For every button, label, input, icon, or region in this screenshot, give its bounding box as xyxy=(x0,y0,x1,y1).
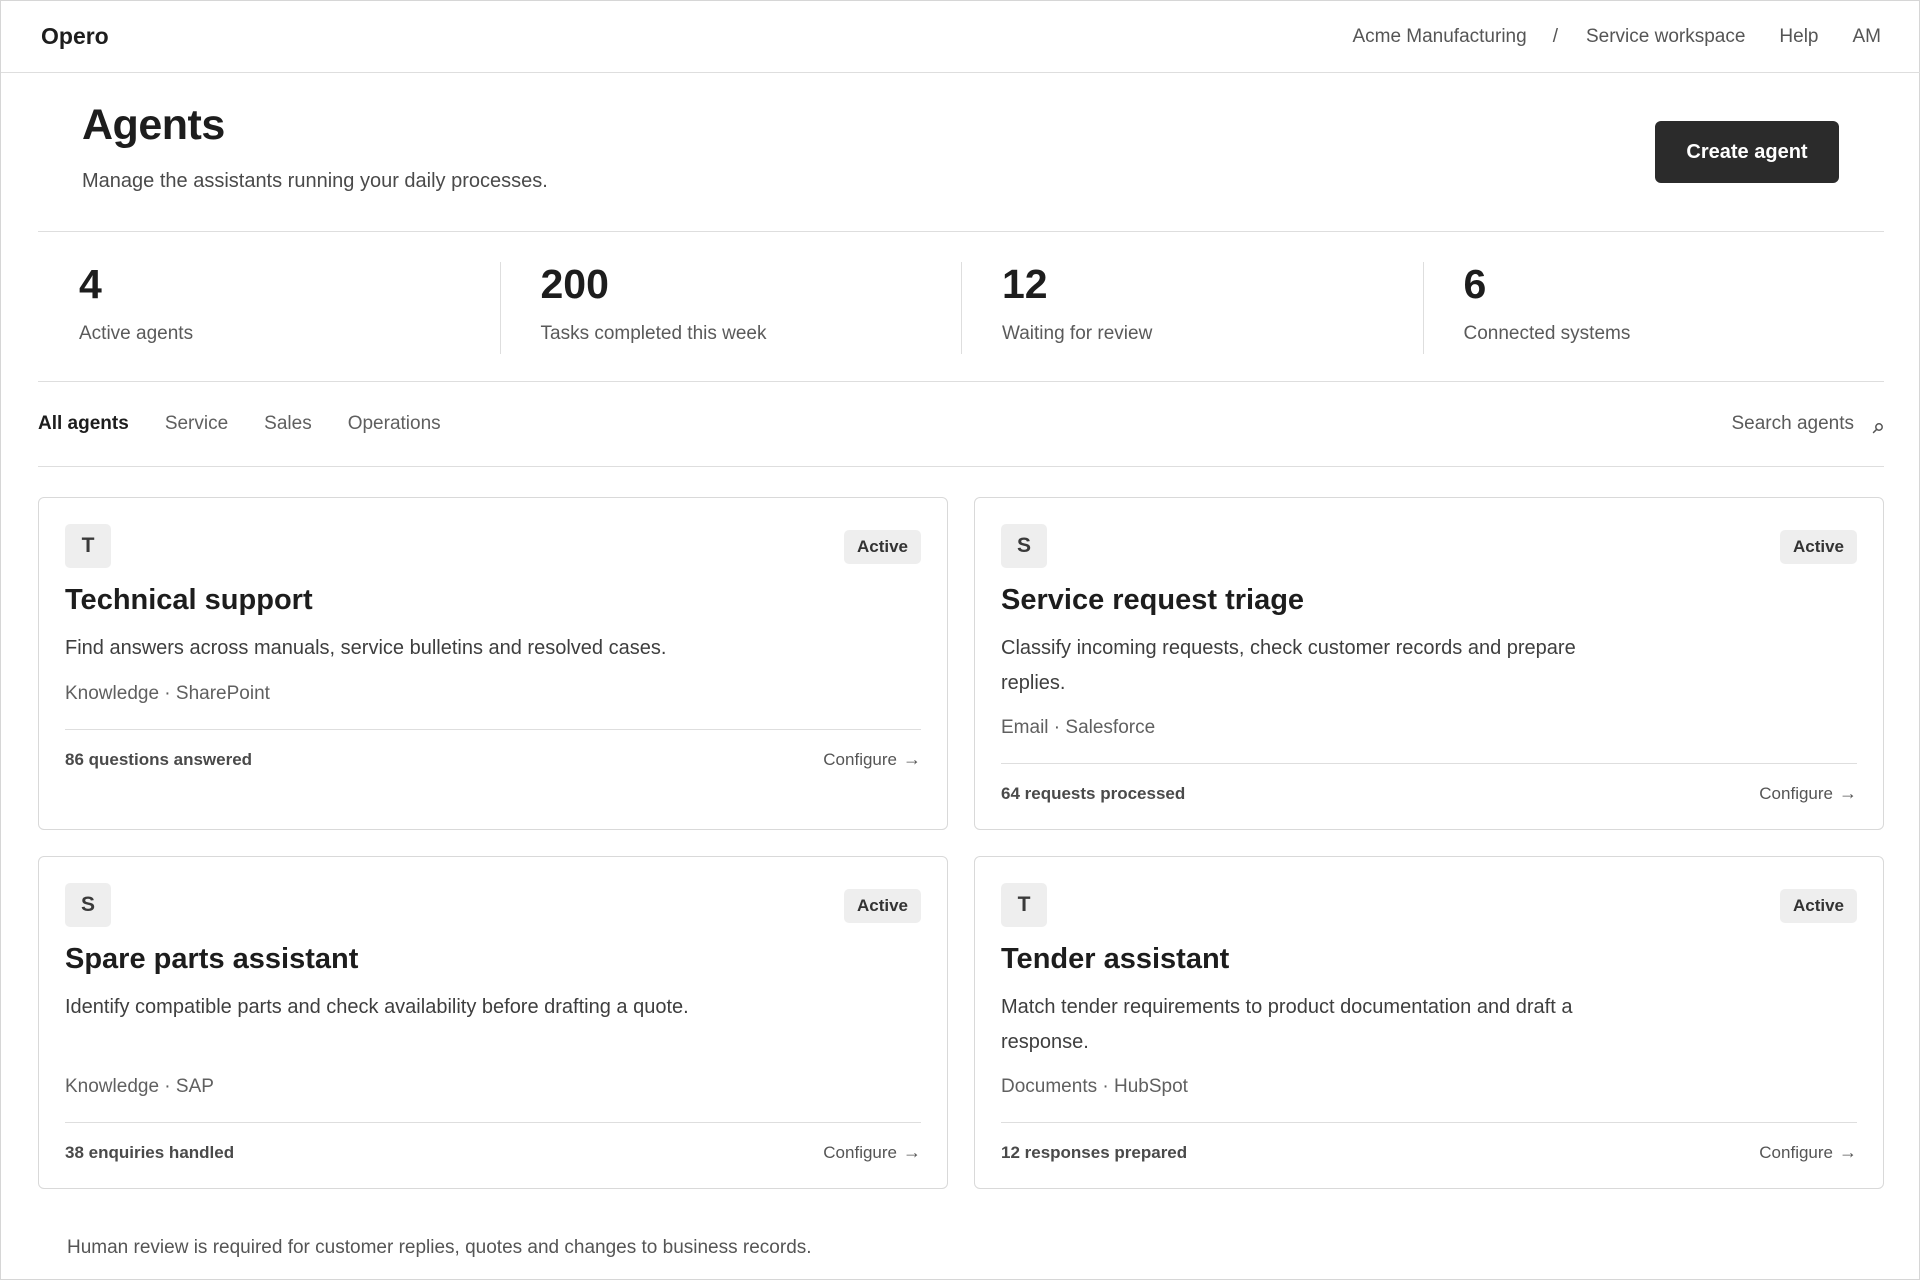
stat-label: Tasks completed this week xyxy=(540,323,767,345)
stats-bar: 4 Active agents 200 Tasks completed this… xyxy=(38,231,1884,382)
search-box xyxy=(1724,413,1884,435)
stat-value: 200 xyxy=(540,261,609,307)
agent-metric: 86 questions answered xyxy=(65,749,253,769)
tab-operations[interactable]: Operations xyxy=(348,413,441,435)
tab-sales[interactable]: Sales xyxy=(264,413,312,435)
agent-name[interactable]: Service request triage xyxy=(1001,584,1304,617)
search-icon[interactable] xyxy=(1872,418,1884,434)
arrow-right-icon: → xyxy=(903,1142,921,1162)
stat-value: 6 xyxy=(1463,261,1487,307)
card-divider xyxy=(1001,763,1857,764)
filter-bar: All agents Service Sales Operations xyxy=(38,382,1884,467)
card-divider xyxy=(65,1122,921,1123)
breadcrumb-separator: / xyxy=(1552,25,1558,47)
stat-connected-systems: 6 Connected systems xyxy=(1422,232,1885,381)
configure-link[interactable]: Configure → xyxy=(823,1142,921,1163)
card-footer: 86 questions answered Configure → xyxy=(65,749,921,770)
arrow-right-icon: → xyxy=(1839,783,1857,803)
status-badge: Active xyxy=(1779,530,1857,564)
status-badge: Active xyxy=(843,889,921,923)
agent-integrations: Documents · HubSpot xyxy=(1001,1076,1188,1097)
agent-description: Identify compatible parts and check avai… xyxy=(65,996,689,1018)
arrow-right-icon: → xyxy=(1839,1142,1857,1162)
configure-label: Configure xyxy=(1759,783,1833,803)
agent-avatar: S xyxy=(1001,524,1047,568)
status-badge: Active xyxy=(1779,889,1857,923)
agent-avatar: T xyxy=(1001,883,1047,927)
stat-value: 12 xyxy=(1002,261,1048,307)
card-divider xyxy=(1001,1122,1857,1123)
agent-card-technical-support[interactable]: T Active Technical support Find answers … xyxy=(38,497,948,830)
top-bar: Opero Acme Manufacturing / Service works… xyxy=(1,1,1920,73)
stat-active-agents: 4 Active agents xyxy=(38,232,500,381)
stat-value: 4 xyxy=(79,261,102,307)
top-nav: Acme Manufacturing / Service workspace H… xyxy=(1352,26,1881,48)
agent-metric: 38 enquiries handled xyxy=(65,1142,235,1162)
configure-link[interactable]: Configure → xyxy=(823,749,921,770)
workspace-link[interactable]: Service workspace xyxy=(1586,26,1745,48)
configure-label: Configure xyxy=(823,749,897,769)
arrow-right-icon: → xyxy=(903,749,921,769)
tab-service[interactable]: Service xyxy=(165,413,228,435)
stat-waiting-review: 12 Waiting for review xyxy=(961,232,1423,381)
stat-tasks-completed: 200 Tasks completed this week xyxy=(499,232,962,381)
agent-integrations: Knowledge · SAP xyxy=(65,1076,214,1097)
configure-label: Configure xyxy=(823,1142,897,1162)
configure-link[interactable]: Configure → xyxy=(1759,1142,1857,1163)
agent-integrations: Knowledge · SharePoint xyxy=(65,683,270,704)
category-tabs: All agents Service Sales Operations xyxy=(38,413,477,435)
page-subtitle: Manage the assistants running your daily… xyxy=(82,170,548,192)
card-divider xyxy=(65,729,921,730)
page-title: Agents xyxy=(82,101,225,149)
user-avatar[interactable]: AM xyxy=(1853,26,1882,48)
stat-label: Waiting for review xyxy=(1002,323,1153,345)
app-frame: Opero Acme Manufacturing / Service works… xyxy=(0,0,1920,1280)
agent-avatar: S xyxy=(65,883,111,927)
agent-card-service-request-triage[interactable]: S Active Service request triage Classify… xyxy=(974,497,1884,830)
card-footer: 64 requests processed Configure → xyxy=(1001,783,1857,804)
search-input[interactable] xyxy=(1724,413,1854,435)
agent-card-tender-assistant[interactable]: T Active Tender assistant Match tender r… xyxy=(974,856,1884,1189)
status-badge: Active xyxy=(843,530,921,564)
review-policy-note: Human review is required for customer re… xyxy=(67,1237,812,1258)
agent-description: Classify incoming requests, check custom… xyxy=(1001,637,1576,694)
agent-description: Find answers across manuals, service bul… xyxy=(65,637,667,659)
card-footer: 12 responses prepared Configure → xyxy=(1001,1142,1857,1163)
configure-link[interactable]: Configure → xyxy=(1759,783,1857,804)
agent-name[interactable]: Spare parts assistant xyxy=(65,943,358,976)
agent-card-spare-parts-assistant[interactable]: S Active Spare parts assistant Identify … xyxy=(38,856,948,1189)
stat-label: Active agents xyxy=(79,323,194,345)
tab-all-agents[interactable]: All agents xyxy=(38,413,129,435)
stat-label: Connected systems xyxy=(1463,323,1631,345)
agent-metric: 12 responses prepared xyxy=(1001,1142,1188,1162)
agent-name[interactable]: Tender assistant xyxy=(1001,943,1229,976)
agent-name[interactable]: Technical support xyxy=(65,584,313,617)
card-footer: 38 enquiries handled Configure → xyxy=(65,1142,921,1163)
agent-integrations: Email · Salesforce xyxy=(1001,717,1156,738)
create-agent-button[interactable]: Create agent xyxy=(1655,121,1839,183)
help-link[interactable]: Help xyxy=(1779,26,1818,48)
agent-avatar: T xyxy=(65,524,111,568)
organization-link[interactable]: Acme Manufacturing xyxy=(1352,26,1526,48)
agent-description: Match tender requirements to product doc… xyxy=(1001,996,1573,1053)
agent-metric: 64 requests processed xyxy=(1001,783,1186,803)
configure-label: Configure xyxy=(1759,1142,1833,1162)
app-logo[interactable]: Opero xyxy=(41,23,109,50)
